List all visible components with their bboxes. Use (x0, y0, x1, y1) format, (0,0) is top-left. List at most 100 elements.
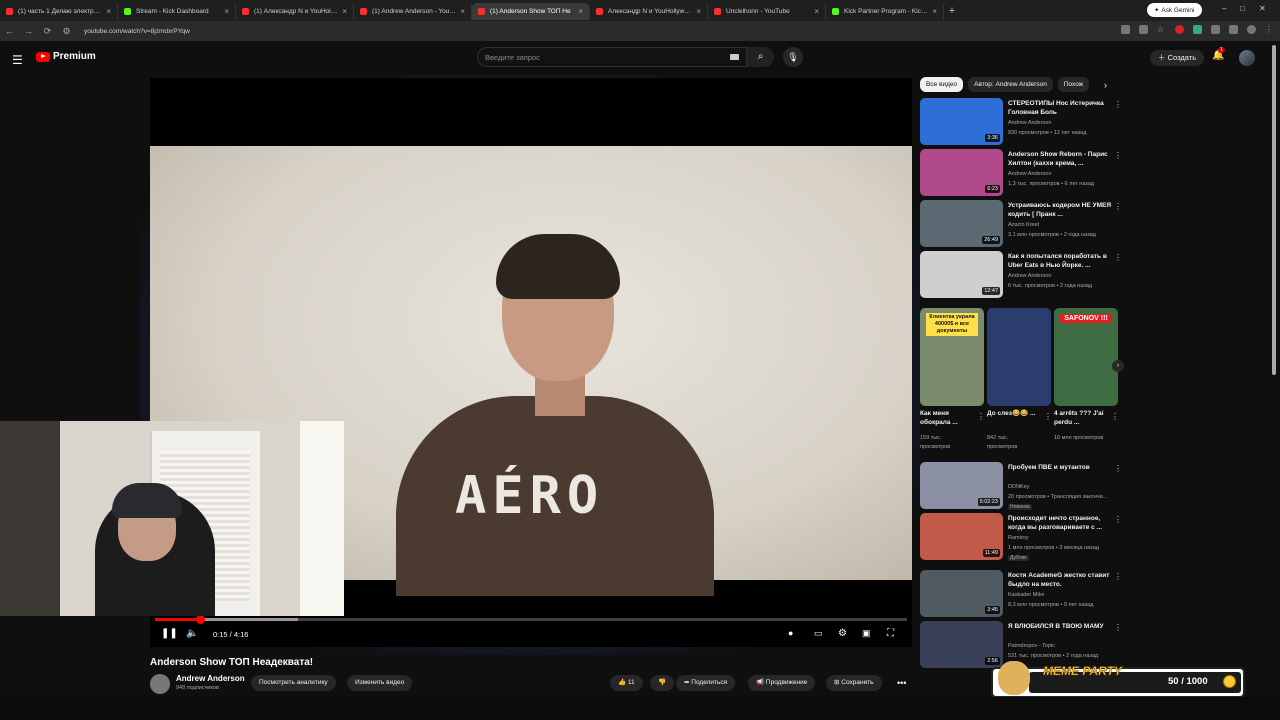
recommendation-title[interactable]: Костя AcademeG жестко ставит быдло на ме… (1008, 571, 1112, 589)
recommendation-channel[interactable]: Andrew Anderson (1008, 273, 1051, 279)
reload-icon[interactable]: ⟳ (38, 26, 57, 37)
puzzle-icon[interactable] (1211, 25, 1220, 34)
short-thumbnail[interactable]: Клиентка украла 40000$ и все документы (920, 308, 984, 406)
kebab-menu-icon[interactable]: ⋮ (1114, 572, 1122, 581)
edit-video-button[interactable]: Изменить видео (347, 675, 413, 691)
close-tab-icon[interactable]: × (696, 7, 701, 16)
close-tab-icon[interactable]: × (814, 7, 819, 16)
recommendation-title[interactable]: Anderson Show Reborn - Парис Хилтон (ках… (1008, 150, 1112, 168)
site-info-icon[interactable]: ⚙ (57, 26, 76, 37)
recommendation-channel[interactable]: Andrew Anderson (1008, 120, 1051, 126)
recommendation-item[interactable]: 3:45 Костя AcademeG жестко ставит быдло н… (920, 570, 1122, 618)
promote-button[interactable]: 📢 Продвижение (748, 675, 816, 691)
video-thumbnail[interactable]: 6:23 (920, 149, 1003, 196)
browser-tab[interactable]: (1) Александр N и YouHollyw × (236, 3, 354, 20)
browser-tab[interactable]: Stream - Kick Dashboard × (118, 3, 236, 20)
video-thumbnail[interactable]: 12:47 (920, 251, 1003, 298)
youtube-logo[interactable]: Premium (36, 51, 96, 62)
close-tab-icon[interactable]: × (224, 7, 229, 16)
filter-chip[interactable]: Похож (1057, 77, 1090, 92)
search-input[interactable]: Введите запрос (477, 47, 747, 67)
url-field[interactable]: youtube.com/watch?v=8jzmdxrPYqw (84, 28, 190, 35)
recommendation-channel[interactable]: Paimdropov - Topic (1008, 643, 1055, 649)
kebab-menu-icon[interactable]: ⋮ (1114, 151, 1122, 160)
recommendation-title[interactable]: СТЕРЕОТИПЫ Нос Истеричка Головная Боль (1008, 99, 1112, 117)
recommendation-title[interactable]: Пробуем ПВЕ и мутантов (1008, 463, 1112, 472)
filter-chip[interactable]: Автор: Andrew Anderson (968, 77, 1053, 92)
channel-name[interactable]: Andrew Anderson (176, 674, 245, 683)
scrubber-handle[interactable] (196, 615, 206, 624)
video-thumbnail[interactable]: 3:36 (920, 98, 1003, 145)
kebab-menu-icon[interactable]: ⋮ (1114, 100, 1122, 109)
close-tab-icon[interactable]: × (578, 7, 583, 16)
record-extension-icon[interactable] (1175, 25, 1184, 34)
page-scrollbar[interactable] (1272, 45, 1276, 375)
browser-tab[interactable]: (1) Anderson Show ТОП Не × (472, 3, 590, 20)
volume-icon[interactable]: 🔈 (186, 628, 198, 639)
keyboard-icon[interactable] (730, 54, 739, 60)
browser-tab[interactable]: (1) часть 1 Делаю электрику у × (0, 3, 118, 20)
recommendation-channel[interactable]: Andrew Anderson (1008, 171, 1051, 177)
translate-icon[interactable] (1121, 25, 1130, 34)
recommendation-title[interactable]: Происходит нечто странное, когда вы разг… (1008, 514, 1112, 532)
channel-avatar[interactable] (150, 674, 170, 694)
dislike-button[interactable]: 👎 (650, 675, 675, 691)
video-thumbnail[interactable]: 5:02:23 (920, 462, 1003, 509)
extension-icon[interactable] (1193, 25, 1202, 34)
profile-icon[interactable] (1247, 25, 1256, 34)
new-tab-icon[interactable]: + (944, 5, 960, 17)
progress-bar[interactable] (155, 615, 907, 624)
recommendation-channel[interactable]: Kaskader Mike (1008, 592, 1044, 598)
kebab-menu-icon[interactable]: ⋮ (1114, 202, 1122, 211)
recommendation-channel[interactable]: Ramiroy (1008, 535, 1028, 541)
kebab-menu-icon[interactable]: ⋮ (1114, 515, 1122, 524)
chevron-right-icon[interactable]: › (1104, 80, 1107, 90)
kebab-menu-icon[interactable]: ⋮ (977, 412, 985, 421)
short-thumbnail[interactable]: SAFONOV !!! (1054, 308, 1118, 406)
forward-icon[interactable]: → (19, 26, 38, 36)
kebab-menu-icon[interactable]: ⋮ (1044, 412, 1052, 421)
close-tab-icon[interactable]: × (342, 7, 347, 16)
close-tab-icon[interactable]: × (932, 7, 937, 16)
close-window-icon[interactable]: ✕ (1259, 4, 1266, 13)
kebab-menu-icon[interactable]: ⋮ (1114, 464, 1122, 473)
notifications-button[interactable]: 🔔 1 (1212, 47, 1225, 61)
recommendation-channel[interactable]: Azazin Kreet (1008, 222, 1039, 228)
recommendation-item[interactable]: 6:23 Anderson Show Reborn - Парис Хилтон … (920, 149, 1122, 197)
recommendation-title[interactable]: Устраиваюсь кодером НЕ УМЕЯ кодить [ Пра… (1008, 201, 1112, 219)
maximize-icon[interactable]: □ (1240, 4, 1245, 13)
short-title[interactable]: 4 arrêts ??? J'ai perdu ... (1054, 409, 1110, 427)
analytics-button[interactable]: Посмотреть аналитику (251, 675, 336, 691)
close-tab-icon[interactable]: × (106, 7, 111, 16)
minimize-icon[interactable]: – (1222, 4, 1226, 13)
video-thumbnail[interactable]: 3:45 (920, 570, 1003, 617)
short-thumbnail[interactable] (987, 308, 1051, 406)
search-button[interactable]: ⌕ (747, 47, 774, 67)
hamburger-menu-icon[interactable]: ☰ (12, 53, 23, 67)
recommendation-item[interactable]: 12:47 Как я попытался поработать в Uber E… (920, 251, 1122, 299)
recommendation-item[interactable]: 3:36 СТЕРЕОТИПЫ Нос Истеричка Головная Бо… (920, 98, 1122, 146)
miniplayer-icon[interactable]: ▣ (862, 628, 871, 639)
back-icon[interactable]: ← (0, 26, 19, 36)
browser-tab[interactable]: (1) Andrew Anderson - YouTub × (354, 3, 472, 20)
voice-search-button[interactable]: 🎙 (783, 47, 803, 67)
close-tab-icon[interactable]: × (460, 7, 465, 16)
kebab-menu-icon[interactable]: ⋮ (1114, 623, 1122, 632)
shorts-next-arrow-icon[interactable]: › (1112, 360, 1124, 372)
share-button[interactable]: ➦ Поделиться (676, 675, 736, 691)
subtitles-icon[interactable]: ▭ (814, 628, 823, 639)
short-title[interactable]: До слез😂😂 ... (987, 409, 1043, 418)
video-thumbnail[interactable]: 11:49 (920, 513, 1003, 560)
install-icon[interactable] (1139, 25, 1148, 34)
video-thumbnail[interactable]: 2:56 (920, 621, 1003, 668)
recommendation-title[interactable]: Я ВЛЮБИЛСЯ В ТВОЮ МАМУ (1008, 622, 1112, 631)
autoplay-toggle-icon[interactable]: ● (788, 628, 793, 638)
ask-gemini-button[interactable]: ✦ Ask Gemini (1147, 3, 1202, 17)
save-button[interactable]: ⊞ Сохранить (826, 675, 882, 691)
kebab-menu-icon[interactable]: ⋮ (1111, 412, 1119, 421)
recommendation-item[interactable]: 26:49 Устраиваюсь кодером НЕ УМЕЯ кодить … (920, 200, 1122, 248)
bookmark-star-icon[interactable]: ☆ (1157, 25, 1166, 34)
account-avatar[interactable] (1239, 50, 1255, 66)
create-button[interactable]: ＋ Создать (1150, 50, 1205, 66)
browser-tab[interactable]: Александр N и YouHollywood × (590, 3, 708, 20)
